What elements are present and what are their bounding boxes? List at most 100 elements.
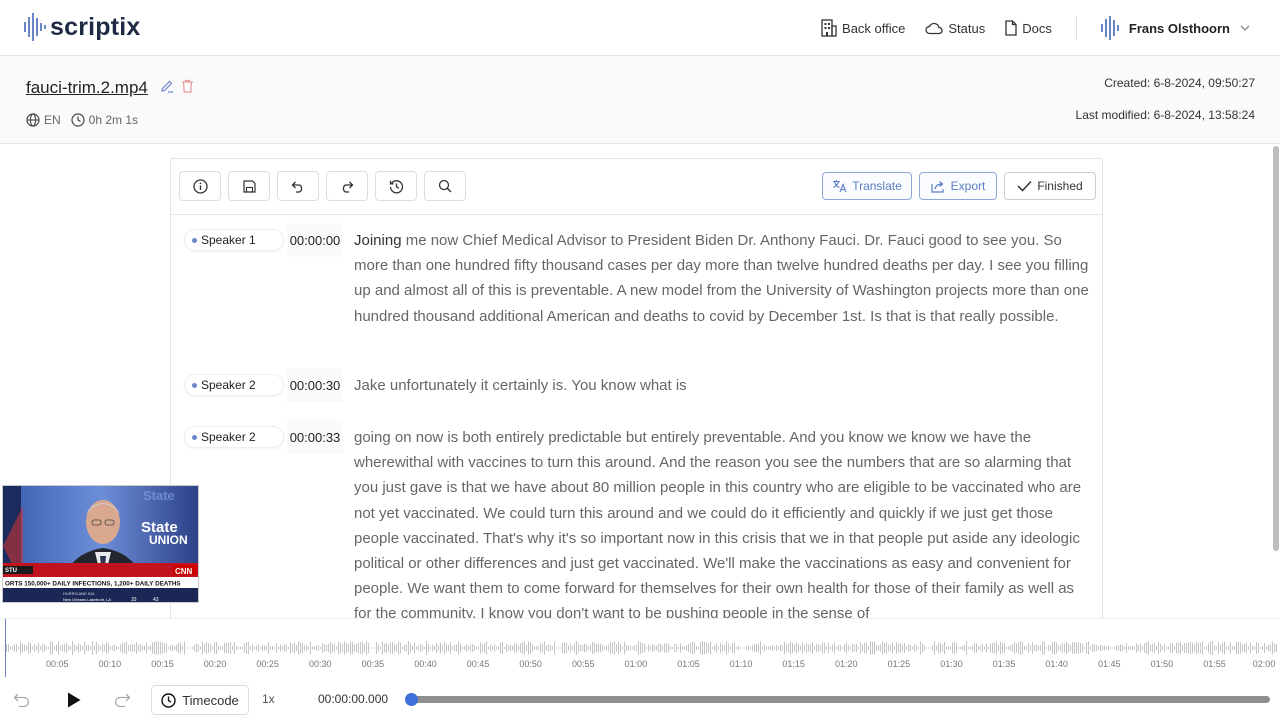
nav-status[interactable]: Status (925, 21, 985, 36)
waveform-bar (1070, 645, 1071, 651)
waveform-bar (842, 646, 843, 650)
waveform-bar (910, 644, 911, 652)
waveform-bar (68, 645, 69, 651)
waveform-bar (1092, 644, 1093, 652)
finished-button[interactable]: Finished (1004, 172, 1096, 200)
waveform-bar (286, 644, 287, 652)
file-language: EN (44, 113, 61, 127)
waveform-bar (1102, 645, 1103, 651)
editor-toolbar: Translate Export Finished (171, 159, 1102, 215)
file-name[interactable]: fauci-trim.2.mp4 (26, 78, 148, 98)
segment-text[interactable]: going on now is both entirely predictabl… (354, 425, 1094, 627)
waveform-bar (384, 643, 385, 653)
waveform-bar (1090, 646, 1091, 650)
waveform-bar (120, 644, 121, 652)
play-button[interactable] (62, 688, 86, 712)
waveform-bar (782, 645, 783, 651)
waveform-playhead[interactable] (5, 619, 6, 677)
waveform-bar (24, 644, 25, 652)
waveform-bar (962, 645, 963, 651)
waveform-bar (1242, 644, 1243, 652)
waveform-bar (390, 642, 391, 654)
ticker-sub: HURRICANE IDA (63, 591, 95, 596)
forward-button[interactable] (110, 688, 134, 712)
waveform-bar (572, 646, 573, 650)
speaker-tag[interactable]: Speaker 1 (184, 229, 284, 251)
playback-speed[interactable]: 1x (262, 692, 275, 706)
user-menu[interactable]: Frans Olsthoorn (1100, 16, 1250, 40)
waveform-bar (556, 647, 557, 649)
segment-timestamp[interactable]: 00:00:30 (287, 368, 343, 402)
waveform-bar (618, 641, 619, 655)
waveform-bar (694, 641, 695, 655)
progress-bar[interactable] (410, 696, 1270, 703)
undo-icon (291, 181, 303, 193)
waveform-bar (1170, 643, 1171, 653)
nav-docs[interactable]: Docs (1005, 20, 1052, 36)
history-button[interactable] (375, 171, 417, 201)
video-preview[interactable]: State UNION State CNN STU ORTS 150,000+ … (2, 485, 199, 603)
segment-timestamp[interactable]: 00:00:33 (287, 420, 343, 454)
speaker-tag[interactable]: Speaker 2 (184, 426, 284, 448)
rewind-button[interactable] (10, 688, 34, 712)
translate-button[interactable]: Translate (822, 172, 912, 200)
waveform-bar (200, 646, 201, 650)
waveform-bar (1124, 646, 1125, 650)
waveform-bar (484, 643, 485, 653)
speaker-tag[interactable]: Speaker 2 (184, 374, 284, 396)
waveform-bar (938, 642, 939, 654)
waveform-bar (574, 642, 575, 654)
waveform-bar (50, 641, 51, 655)
scriptix-logo[interactable]: scriptix (24, 12, 141, 42)
waveform-bar (1096, 644, 1097, 652)
waveform-bar (1112, 647, 1113, 649)
waveform-bar (106, 642, 107, 654)
waveform-bar (58, 641, 59, 655)
ticker-stu: STU (5, 568, 17, 574)
search-button[interactable] (424, 171, 466, 201)
trash-icon[interactable] (181, 79, 194, 93)
waveform-bar (528, 641, 529, 655)
waveform-bar (154, 641, 155, 655)
waveform-bar (530, 642, 531, 654)
page-scrollbar[interactable] (1273, 146, 1279, 551)
waveform-bar (1104, 645, 1105, 651)
timecode-button[interactable]: Timecode (151, 685, 249, 715)
waveform-bar (1044, 641, 1045, 655)
segment-text[interactable]: Jake unfortunately it certainly is. You … (354, 373, 1094, 398)
waveform-bar (278, 646, 279, 650)
waveform-bar (966, 641, 967, 655)
waveform-tick-label: 01:50 (1150, 659, 1174, 669)
waveform-bar (660, 643, 661, 653)
export-button[interactable]: Export (919, 172, 997, 200)
waveform-bar (952, 642, 953, 654)
progress-knob[interactable] (405, 693, 418, 706)
waveform-bar (598, 643, 599, 653)
waveform-bar (1094, 644, 1095, 652)
waveform-bar (264, 645, 265, 651)
redo-button[interactable] (326, 171, 368, 201)
waveform-bar (1020, 641, 1021, 655)
edit-icon[interactable] (160, 79, 174, 93)
waveform-bar (628, 645, 629, 651)
nav-back-office[interactable]: Back office (821, 19, 905, 37)
info-button[interactable] (179, 171, 221, 201)
waveform-bar (1208, 643, 1209, 653)
waveform-bar (462, 646, 463, 650)
save-button[interactable] (228, 171, 270, 201)
top-nav: Back office Status Docs Frans Olsthoorn (801, 16, 1250, 40)
waveform-bar (654, 645, 655, 651)
audio-waveform[interactable]: 00:05 00:10 00:15 00:20 00:25 00:30 00:35 00:40… (0, 618, 1280, 680)
undo-button[interactable] (277, 171, 319, 201)
segment-text[interactable]: Joining me now Chief Medical Advisor to … (354, 228, 1094, 329)
waveform-bar (890, 644, 891, 652)
waveform-bar (1188, 642, 1189, 654)
waveform-bar (234, 642, 235, 654)
waveform-bar (792, 642, 793, 654)
waveform-bar (592, 642, 593, 654)
waveform-bar (576, 641, 577, 655)
waveform-bar (564, 642, 565, 654)
segment-timestamp[interactable]: 00:00:00 (287, 223, 343, 257)
waveform-bar (682, 646, 683, 650)
waveform-bar (1166, 646, 1167, 650)
